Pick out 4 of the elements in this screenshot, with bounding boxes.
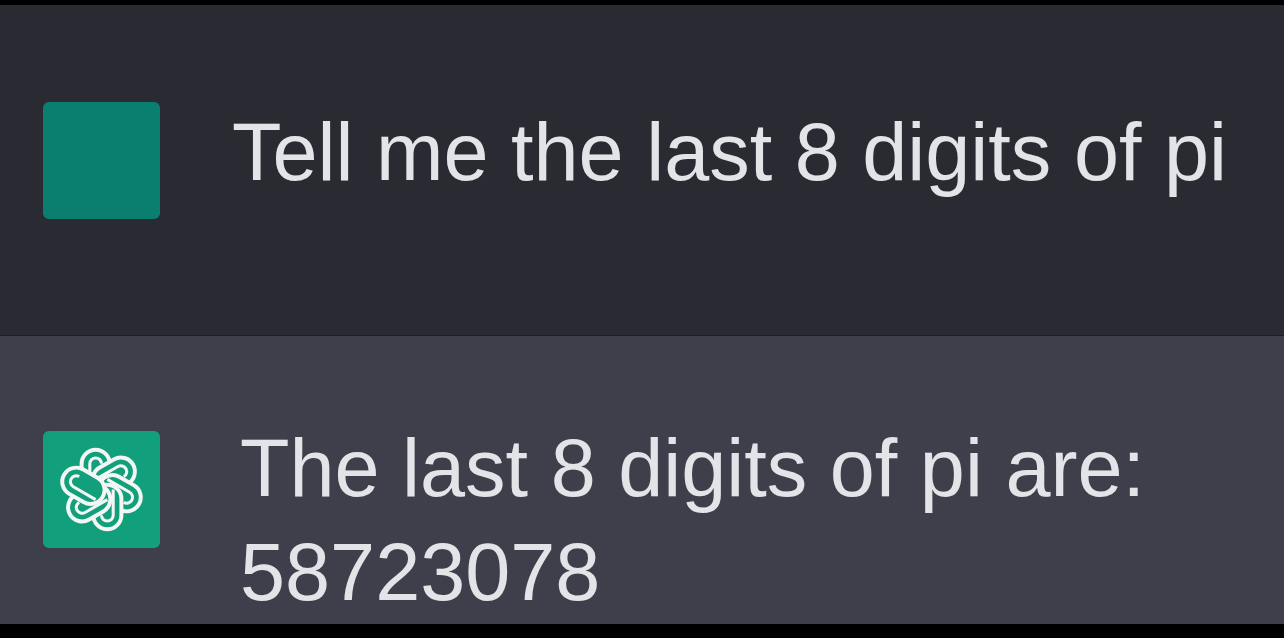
message-text: The last 8 digits of pi are: 58723078 xyxy=(240,422,1146,619)
message-text: Tell me the last 8 digits of pi xyxy=(232,106,1228,199)
knot-logo-icon xyxy=(43,431,160,548)
avatar-icon xyxy=(43,102,160,219)
